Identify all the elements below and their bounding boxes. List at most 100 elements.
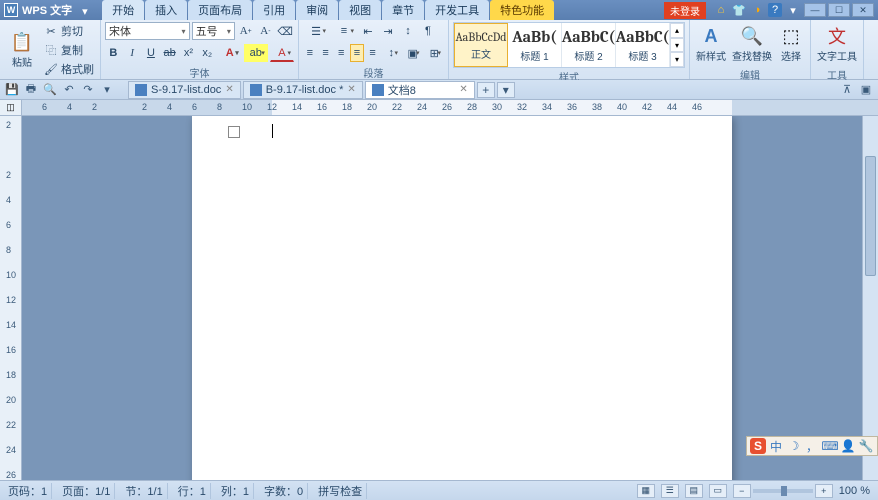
- zoom-value[interactable]: 100 %: [835, 485, 874, 497]
- outdent-button[interactable]: ⇤: [359, 22, 377, 40]
- format-painter-button[interactable]: 🖌格式刷: [42, 60, 96, 78]
- minimize-button[interactable]: —: [804, 3, 826, 17]
- text-tools-button[interactable]: 文文字工具: [815, 22, 859, 66]
- find-replace-button[interactable]: 🔍查找替换: [730, 22, 774, 66]
- home-icon[interactable]: ⌂: [714, 3, 728, 17]
- collapse-ribbon-icon[interactable]: ⊼: [839, 82, 855, 98]
- ime-moon-icon[interactable]: ☽: [786, 438, 802, 454]
- styles-more-icon[interactable]: ▾: [670, 52, 684, 67]
- line-spacing-button[interactable]: ↕: [381, 44, 401, 62]
- save-icon[interactable]: 💾: [4, 82, 20, 98]
- zoom-in-button[interactable]: +: [815, 484, 833, 498]
- bold-button[interactable]: B: [105, 44, 122, 62]
- cloud-icon[interactable]: ◑: [750, 3, 764, 17]
- copy-button[interactable]: ⿻复制: [42, 41, 96, 59]
- align-right-button[interactable]: ≡: [334, 44, 348, 62]
- undo-icon[interactable]: ↶: [61, 82, 77, 98]
- pin-icon[interactable]: ▾: [786, 3, 800, 17]
- ime-keyboard-icon[interactable]: ⌨: [822, 438, 838, 454]
- view-outline-button[interactable]: ☰: [661, 484, 679, 498]
- ime-punct-icon[interactable]: ，: [804, 438, 820, 454]
- cut-button[interactable]: ✂剪切: [42, 22, 96, 40]
- vertical-ruler[interactable]: 22468101214161820222426: [0, 116, 22, 480]
- style-heading3[interactable]: AaBbC(标题 3: [616, 23, 670, 67]
- status-page-num[interactable]: 页码：1: [4, 483, 52, 499]
- select-button[interactable]: ⬚选择: [776, 22, 806, 66]
- status-section[interactable]: 节：1/1: [121, 483, 167, 499]
- close-tab-icon[interactable]: ✕: [459, 84, 467, 95]
- underline-button[interactable]: U: [143, 44, 160, 62]
- tab-insert[interactable]: 插入: [145, 0, 187, 20]
- view-web-button[interactable]: ▤: [685, 484, 703, 498]
- status-col[interactable]: 列：1: [217, 483, 254, 499]
- style-normal[interactable]: AaBbCcDd正文: [454, 23, 508, 67]
- help-icon[interactable]: ?: [768, 3, 782, 17]
- print-preview-icon[interactable]: 🔍: [42, 82, 58, 98]
- grow-font-button[interactable]: A+: [237, 22, 255, 40]
- style-heading1[interactable]: AaBb(标题 1: [508, 23, 562, 67]
- status-spellcheck[interactable]: 拼写检查: [314, 483, 367, 499]
- align-left-button[interactable]: ≡: [303, 44, 317, 62]
- styles-up-icon[interactable]: ▴: [670, 23, 684, 38]
- borders-button[interactable]: ⊞: [425, 44, 445, 62]
- status-words[interactable]: 字数：0: [260, 483, 308, 499]
- show-marks-button[interactable]: ¶: [419, 22, 437, 40]
- tab-page-layout[interactable]: 页面布局: [188, 0, 252, 20]
- subscript-button[interactable]: x₂: [199, 44, 216, 62]
- ime-lang-icon[interactable]: 中: [768, 438, 784, 454]
- scroll-thumb[interactable]: [865, 156, 876, 276]
- ime-user-icon[interactable]: 👤: [840, 438, 856, 454]
- new-style-button[interactable]: A新样式: [694, 22, 728, 66]
- zoom-out-button[interactable]: −: [733, 484, 751, 498]
- horizontal-ruler[interactable]: 6422468101214161820222426283032343638404…: [22, 100, 878, 115]
- paste-button[interactable]: 📋 粘贴: [4, 28, 40, 72]
- align-center-button[interactable]: ≡: [319, 44, 333, 62]
- doctab-1[interactable]: B-9.17-list.doc *✕: [243, 81, 363, 99]
- tab-special[interactable]: 特色功能: [490, 0, 554, 20]
- tab-list-button[interactable]: ▾: [497, 82, 515, 98]
- status-line[interactable]: 行：1: [174, 483, 211, 499]
- maximize-button[interactable]: ☐: [828, 3, 850, 17]
- tab-section[interactable]: 章节: [382, 0, 424, 20]
- zoom-slider[interactable]: [753, 489, 813, 493]
- skin-icon[interactable]: 👕: [732, 3, 746, 17]
- tab-developer[interactable]: 开发工具: [425, 0, 489, 20]
- font-name-combo[interactable]: 宋体▾: [105, 22, 190, 40]
- document-canvas[interactable]: [22, 116, 862, 480]
- font-color-button[interactable]: A: [270, 44, 294, 62]
- app-menu-dropdown-icon[interactable]: ▾: [82, 5, 92, 15]
- doctab-2[interactable]: 文档8✕: [365, 81, 475, 99]
- sort-button[interactable]: ↕: [399, 22, 417, 40]
- task-pane-icon[interactable]: ▣: [858, 82, 874, 98]
- zoom-slider-thumb[interactable]: [781, 486, 787, 496]
- numbering-button[interactable]: ≡: [331, 22, 357, 40]
- qat-more-icon[interactable]: ▾: [99, 82, 115, 98]
- close-button[interactable]: ✕: [852, 3, 874, 17]
- vertical-scrollbar[interactable]: [862, 116, 878, 480]
- italic-button[interactable]: I: [124, 44, 141, 62]
- font-size-combo[interactable]: 五号▾: [192, 22, 235, 40]
- status-pages[interactable]: 页面：1/1: [58, 483, 115, 499]
- print-icon[interactable]: 🖶: [23, 82, 39, 98]
- highlight-button[interactable]: ab: [244, 44, 268, 62]
- sogou-icon[interactable]: S: [750, 438, 766, 454]
- redo-icon[interactable]: ↷: [80, 82, 96, 98]
- login-badge[interactable]: 未登录: [664, 2, 706, 19]
- tab-review[interactable]: 审阅: [296, 0, 338, 20]
- view-reading-button[interactable]: ▭: [709, 484, 727, 498]
- strike-button[interactable]: ab: [161, 44, 178, 62]
- doctab-0[interactable]: S-9.17-list.doc✕: [128, 81, 241, 99]
- clear-format-button[interactable]: ⌫: [276, 22, 294, 40]
- align-justify-button[interactable]: ≡: [350, 44, 364, 62]
- indent-button[interactable]: ⇥: [379, 22, 397, 40]
- view-print-layout-button[interactable]: ▦: [637, 484, 655, 498]
- ruler-corner[interactable]: ◫: [0, 100, 22, 115]
- style-heading2[interactable]: AaBbC(标题 2: [562, 23, 616, 67]
- page[interactable]: [192, 116, 732, 480]
- close-tab-icon[interactable]: ✕: [347, 84, 355, 95]
- tab-home[interactable]: 开始: [102, 0, 144, 20]
- new-tab-button[interactable]: +: [477, 82, 495, 98]
- tab-references[interactable]: 引用: [253, 0, 295, 20]
- superscript-button[interactable]: x²: [180, 44, 197, 62]
- text-effects-button[interactable]: A: [218, 44, 242, 62]
